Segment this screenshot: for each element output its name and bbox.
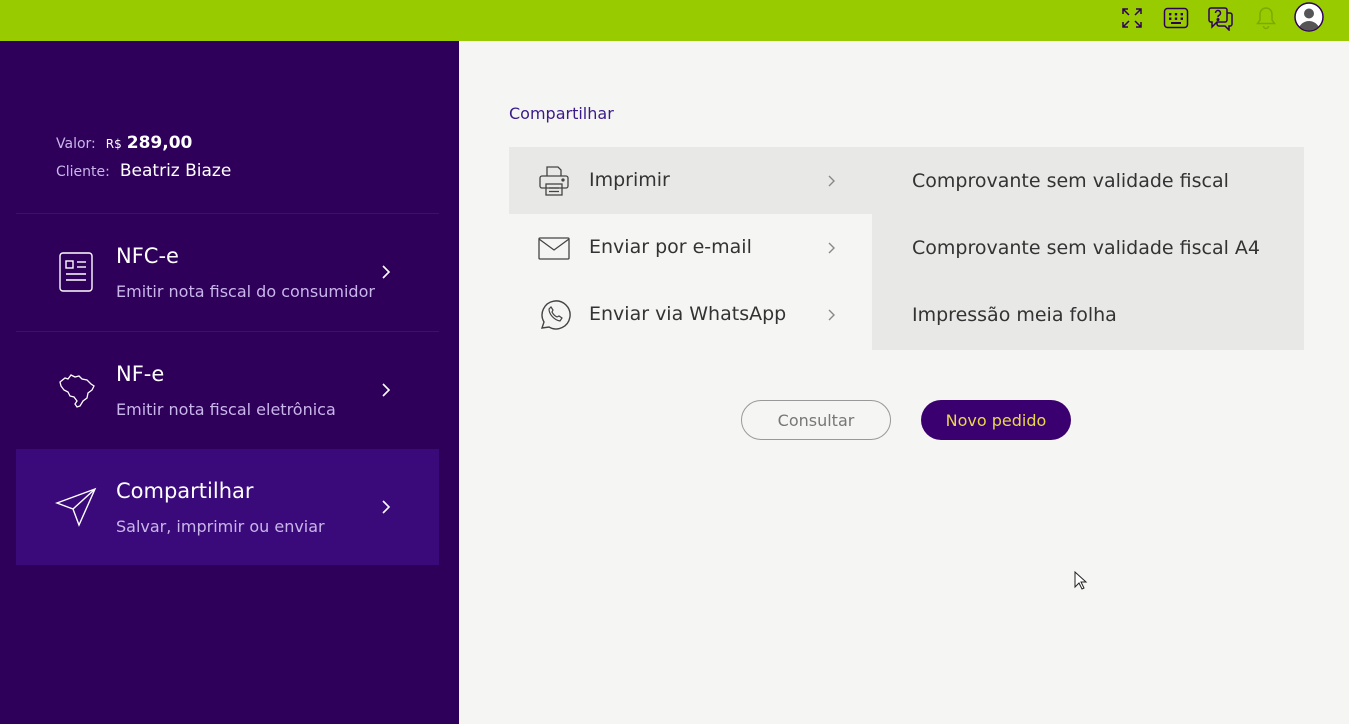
nav-item-nfe[interactable]: NF-e Emitir nota fiscal eletrônica xyxy=(16,332,439,448)
menu-item-whatsapp[interactable]: Enviar via WhatsApp xyxy=(509,281,872,348)
submenu-item[interactable]: Comprovante sem validade fiscal A4 xyxy=(872,214,1304,281)
expand-icon[interactable] xyxy=(1118,4,1146,32)
currency-symbol: R$ xyxy=(105,137,122,151)
order-summary: Valor: R$ 289,00 Cliente: Beatriz Biaze xyxy=(56,133,231,189)
bell-icon[interactable] xyxy=(1252,4,1280,32)
menu-item-email[interactable]: Enviar por e-mail xyxy=(509,214,872,281)
consultar-button[interactable]: Consultar xyxy=(741,400,891,440)
nav-item-nfce[interactable]: NFC-e Emitir nota fiscal do consumidor xyxy=(16,214,439,330)
valor-amount: 289,00 xyxy=(126,133,193,153)
novo-pedido-button[interactable]: Novo pedido xyxy=(921,400,1071,440)
print-options-submenu: Comprovante sem validade fiscal Comprova… xyxy=(872,147,1304,350)
user-avatar-icon[interactable] xyxy=(1294,2,1324,32)
chevron-right-icon xyxy=(378,264,394,280)
menu-item-label: Enviar via WhatsApp xyxy=(589,303,787,325)
page-title: Compartilhar xyxy=(509,104,614,123)
nav-title: Compartilhar xyxy=(116,479,254,503)
paper-plane-icon xyxy=(54,485,98,529)
menu-item-label: Enviar por e-mail xyxy=(589,236,752,258)
chevron-right-icon xyxy=(825,240,837,254)
top-bar xyxy=(0,0,1349,41)
nav-subtitle: Emitir nota fiscal eletrônica xyxy=(116,400,336,419)
share-options-menu: Imprimir Enviar por e-mail Enviar via Wh… xyxy=(509,147,872,348)
mouse-cursor-icon xyxy=(1074,570,1088,591)
chevron-right-icon xyxy=(825,173,837,187)
whatsapp-icon xyxy=(537,298,571,332)
nav-subtitle: Salvar, imprimir ou enviar xyxy=(116,517,325,536)
menu-item-label: Imprimir xyxy=(589,169,670,191)
nav-title: NF-e xyxy=(116,362,165,386)
cliente-label: Cliente: xyxy=(56,164,110,180)
cliente-name: Beatriz Biaze xyxy=(119,161,232,181)
chevron-right-icon xyxy=(378,382,394,398)
submenu-item[interactable]: Comprovante sem validade fiscal xyxy=(872,147,1304,214)
menu-item-imprimir[interactable]: Imprimir xyxy=(509,147,872,214)
sidebar: Valor: R$ 289,00 Cliente: Beatriz Biaze … xyxy=(0,41,459,724)
printer-icon xyxy=(537,164,571,198)
receipt-icon xyxy=(54,250,98,294)
envelope-icon xyxy=(537,231,571,265)
chevron-right-icon xyxy=(378,499,394,515)
submenu-item[interactable]: Impressão meia folha xyxy=(872,281,1304,348)
nav-item-compartilhar[interactable]: Compartilhar Salvar, imprimir ou enviar xyxy=(16,449,439,565)
nav-subtitle: Emitir nota fiscal do consumidor xyxy=(116,282,375,301)
chevron-right-icon xyxy=(825,307,837,321)
valor-label: Valor: xyxy=(56,136,96,152)
keypad-icon[interactable] xyxy=(1162,4,1190,32)
nav-title: NFC-e xyxy=(116,244,179,268)
help-icon[interactable] xyxy=(1207,4,1235,32)
brazil-map-icon xyxy=(54,368,98,412)
